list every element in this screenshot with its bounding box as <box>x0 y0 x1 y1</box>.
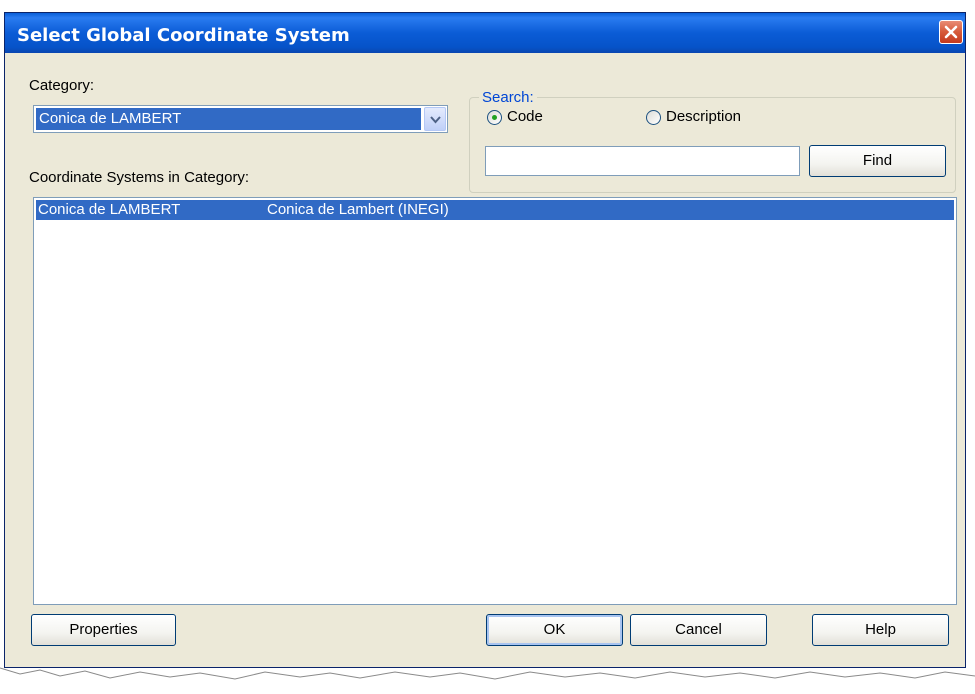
coordinate-systems-list[interactable]: Conica de LAMBERT Conica de Lambert (INE… <box>33 197 957 605</box>
list-item-code: Conica de LAMBERT <box>38 201 181 218</box>
close-icon <box>944 25 958 39</box>
list-item-description: Conica de Lambert (INEGI) <box>267 201 449 218</box>
description-radio[interactable] <box>646 110 661 125</box>
find-button[interactable]: Find <box>809 145 946 177</box>
cancel-button[interactable]: Cancel <box>630 614 767 646</box>
category-label: Category: <box>29 77 95 94</box>
description-radio-label[interactable]: Description <box>666 108 741 125</box>
code-radio[interactable] <box>487 110 502 125</box>
help-button[interactable]: Help <box>812 614 949 646</box>
category-dropdown[interactable]: Conica de LAMBERT <box>33 105 448 133</box>
list-item[interactable]: Conica de LAMBERT Conica de Lambert (INE… <box>36 200 954 220</box>
dialog-window: Select Global Coordinate System Category… <box>4 12 966 668</box>
close-button[interactable] <box>939 20 963 44</box>
torn-edge-decoration <box>0 667 975 694</box>
properties-button[interactable]: Properties <box>31 614 176 646</box>
coordinate-systems-label: Coordinate Systems in Category: <box>29 169 250 186</box>
ok-button[interactable]: OK <box>486 614 623 646</box>
chevron-down-icon <box>430 116 441 124</box>
radio-checked-indicator <box>492 115 497 120</box>
code-radio-label[interactable]: Code <box>507 108 543 125</box>
title-bar[interactable]: Select Global Coordinate System <box>5 13 965 53</box>
search-input[interactable] <box>485 146 800 176</box>
dropdown-button[interactable] <box>424 107 446 131</box>
category-selected-value: Conica de LAMBERT <box>36 108 421 130</box>
window-title: Select Global Coordinate System <box>17 25 350 46</box>
search-legend: Search: <box>479 89 537 106</box>
